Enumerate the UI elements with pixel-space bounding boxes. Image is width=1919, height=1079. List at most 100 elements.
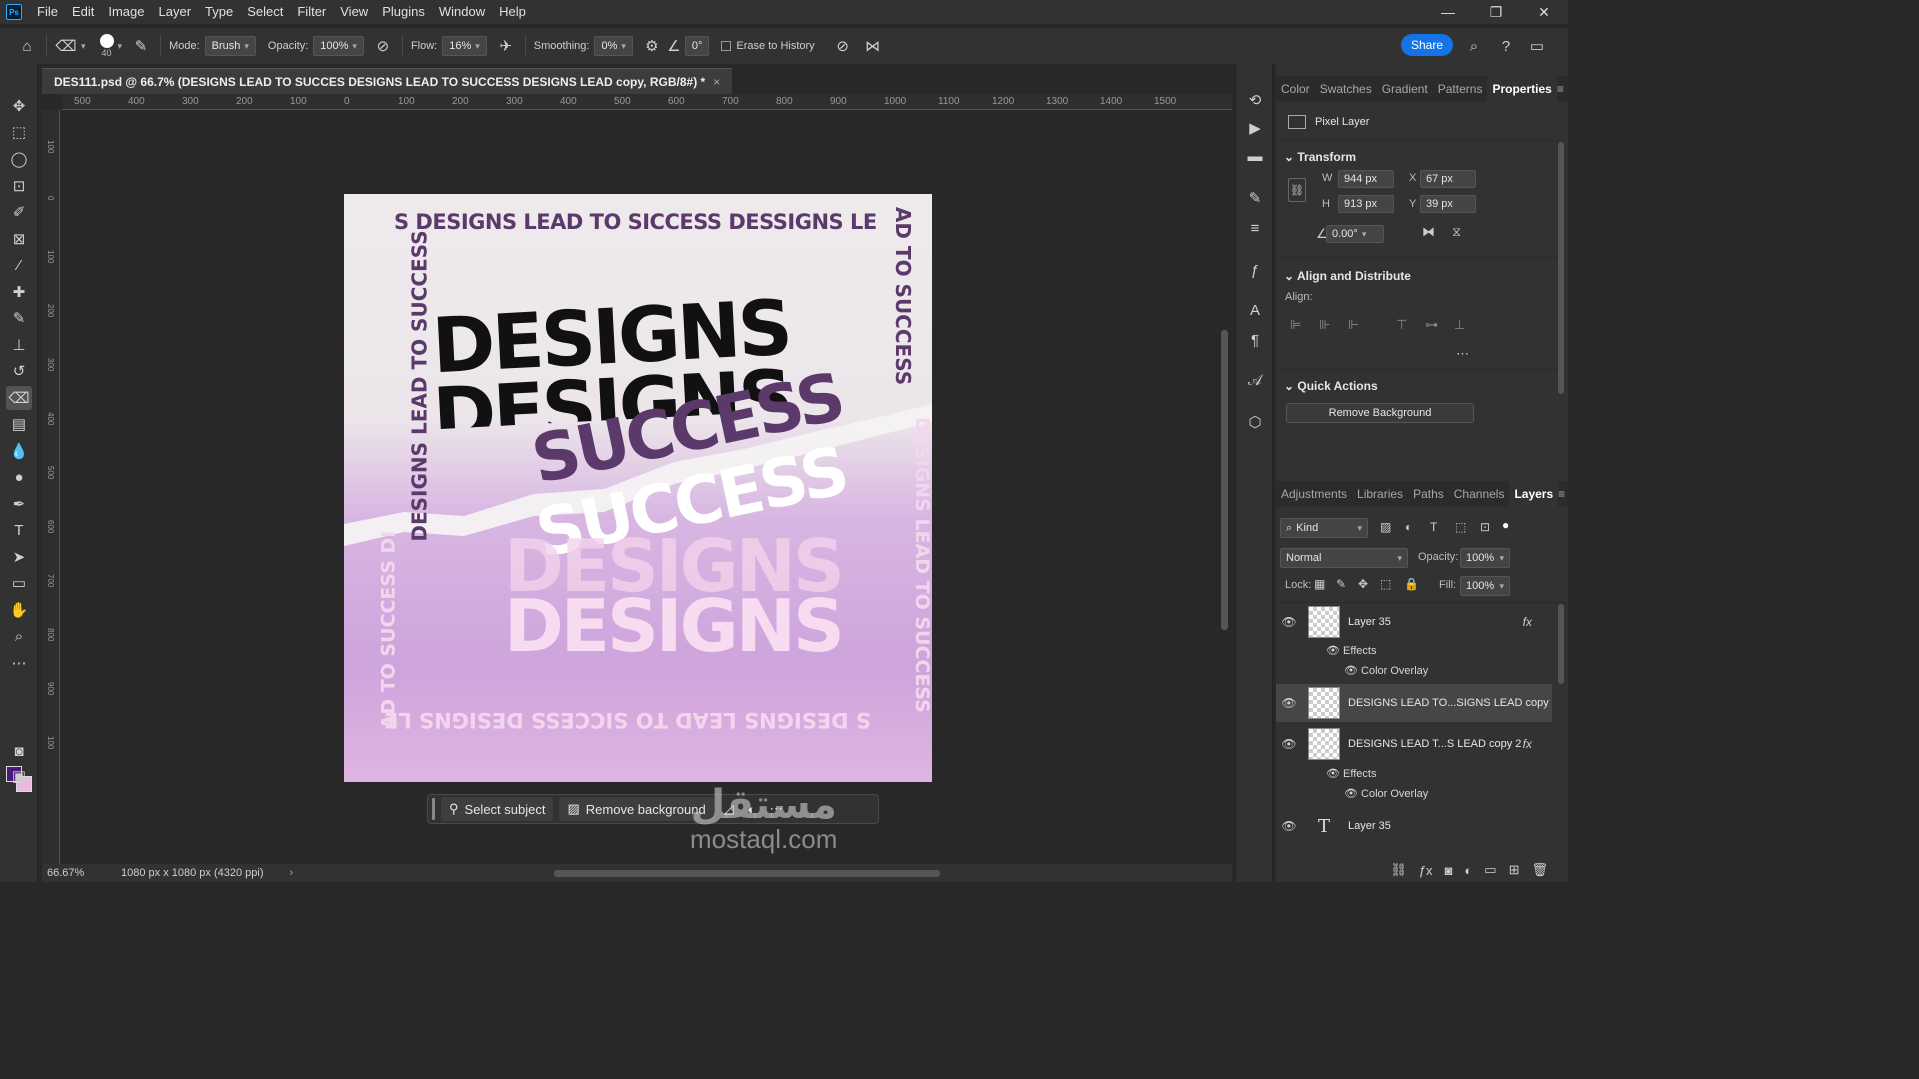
- remove-background-quick-button[interactable]: Remove Background: [1286, 403, 1474, 423]
- visibility-eye-icon[interactable]: 👁: [1276, 819, 1302, 833]
- adjust-panel-icon[interactable]: ≡: [1243, 216, 1267, 240]
- share-button[interactable]: Share: [1401, 34, 1453, 56]
- search-icon[interactable]: ⌕: [1463, 35, 1485, 57]
- layer-row[interactable]: 👁 DESIGNS LEAD T...S LEAD copy 2 fx: [1276, 727, 1552, 761]
- horizontal-scroll-thumb[interactable]: [554, 870, 940, 877]
- layers-scrollbar[interactable]: [1558, 604, 1564, 684]
- new-group-icon[interactable]: ▭: [1484, 862, 1496, 878]
- eyedropper-tool-icon[interactable]: ⁄: [6, 253, 32, 277]
- color-overlay-row[interactable]: 👁 Color Overlay: [1344, 664, 1428, 677]
- brush-panel-icon[interactable]: ✎: [1243, 186, 1267, 210]
- tab-libraries[interactable]: Libraries: [1352, 481, 1408, 507]
- flip-vertical-icon[interactable]: ⧖: [1452, 224, 1461, 240]
- screen-mode-icon[interactable]: ▣: [6, 764, 32, 788]
- filter-pixel-icon[interactable]: ▨: [1380, 520, 1391, 534]
- glyphs-panel-icon[interactable]: 𝒜: [1243, 368, 1267, 392]
- actions-panel-icon[interactable]: ▶: [1243, 116, 1267, 140]
- dodge-tool-icon[interactable]: ●: [6, 465, 32, 489]
- color-overlay-row[interactable]: 👁 Color Overlay: [1344, 787, 1428, 800]
- history-brush-icon[interactable]: ↺: [6, 359, 32, 383]
- menu-plugins[interactable]: Plugins: [375, 0, 432, 24]
- pen-tool-icon[interactable]: ✒: [6, 492, 32, 516]
- brush-size-picker[interactable]: 40: [99, 34, 114, 58]
- eraser-preset-icon[interactable]: ⌫: [55, 35, 77, 57]
- smoothing-settings-gear-icon[interactable]: ⚙: [641, 35, 663, 57]
- symmetry-butterfly-icon[interactable]: ⋈: [862, 35, 884, 57]
- quick-actions-header[interactable]: ⌄ Quick Actions: [1284, 379, 1378, 393]
- filter-toggle-icon[interactable]: ●: [1502, 518, 1509, 532]
- close-window-button[interactable]: ✕: [1520, 0, 1568, 24]
- layer-kind-filter[interactable]: ⌕ Kind ▾: [1280, 518, 1368, 538]
- paragraph-panel-icon[interactable]: ¶: [1243, 328, 1267, 352]
- link-layers-icon[interactable]: ⛓: [1390, 862, 1407, 878]
- align-center-h-icon[interactable]: ⊪: [1319, 317, 1330, 333]
- effects-row[interactable]: 👁 Effects: [1326, 644, 1376, 657]
- menu-type[interactable]: Type: [198, 0, 240, 24]
- filter-adjustment-icon[interactable]: ◐: [1405, 520, 1412, 534]
- document-tab[interactable]: DES111.psd @ 66.7% (DESIGNS LEAD TO SUCC…: [42, 68, 733, 94]
- align-left-icon[interactable]: ⊫: [1290, 317, 1301, 333]
- align-bottom-icon[interactable]: ⊥: [1454, 317, 1465, 333]
- opacity-field[interactable]: 100% ▾: [313, 36, 364, 56]
- lock-all-icon[interactable]: 🔒: [1404, 577, 1419, 591]
- layer-name[interactable]: DESIGNS LEAD T...S LEAD copy 2: [1348, 738, 1521, 750]
- pressure-size-icon[interactable]: ⊘: [832, 35, 854, 57]
- gradient-tool-icon[interactable]: ▤: [6, 412, 32, 436]
- pressure-opacity-icon[interactable]: ⊘: [372, 35, 394, 57]
- drag-handle[interactable]: [432, 798, 435, 820]
- visibility-eye-icon[interactable]: 👁: [1276, 737, 1302, 751]
- tab-swatches[interactable]: Swatches: [1315, 76, 1377, 102]
- menu-filter[interactable]: Filter: [290, 0, 333, 24]
- menu-layer[interactable]: Layer: [152, 0, 199, 24]
- y-field[interactable]: 39 px: [1420, 195, 1476, 213]
- path-select-tool-icon[interactable]: ➤: [6, 545, 32, 569]
- layer-name[interactable]: Layer 35: [1348, 820, 1391, 832]
- tab-channels[interactable]: Channels: [1449, 481, 1510, 507]
- brush-settings-icon[interactable]: ✎: [130, 35, 152, 57]
- rotation-field[interactable]: 0.00° ▾: [1326, 225, 1384, 243]
- x-field[interactable]: 67 px: [1420, 170, 1476, 188]
- tab-layers[interactable]: Layers: [1509, 481, 1559, 507]
- zoom-tool-icon[interactable]: ⌕: [6, 624, 32, 648]
- brush-tool-icon[interactable]: ✎: [6, 306, 32, 330]
- layer-row[interactable]: 👁 Layer 35 fx: [1276, 605, 1552, 639]
- type-tool-icon[interactable]: T: [6, 518, 32, 542]
- 3d-panel-icon[interactable]: ⬡: [1243, 410, 1267, 434]
- tab-adjustments[interactable]: Adjustments: [1276, 481, 1352, 507]
- vertical-scrollbar[interactable]: [1218, 110, 1232, 870]
- layer-fx-icon[interactable]: fx: [1523, 737, 1532, 751]
- erase-history-checkbox[interactable]: [721, 41, 732, 51]
- visibility-eye-icon[interactable]: 👁: [1276, 696, 1302, 710]
- layers-menu-icon[interactable]: ≡: [1558, 487, 1571, 501]
- styles-fx-icon[interactable]: ƒ: [1243, 258, 1267, 282]
- visibility-eye-icon[interactable]: 👁: [1276, 615, 1302, 629]
- rectangle-tool-icon[interactable]: ▭: [6, 571, 32, 595]
- mode-dropdown[interactable]: Brush ▾: [204, 36, 256, 56]
- tab-color[interactable]: Color: [1276, 76, 1315, 102]
- menu-file[interactable]: File: [30, 0, 65, 24]
- comments-panel-icon[interactable]: ▬: [1243, 144, 1267, 168]
- delete-layer-icon[interactable]: 🗑: [1531, 862, 1548, 878]
- link-dimensions-icon[interactable]: ⛓: [1288, 178, 1306, 202]
- filter-type-icon[interactable]: T: [1430, 520, 1437, 534]
- character-panel-icon[interactable]: A: [1243, 298, 1267, 322]
- eraser-tool-icon[interactable]: ⌫: [6, 386, 32, 410]
- more-align-options-icon[interactable]: ⋯: [1456, 346, 1469, 362]
- new-adjustment-icon[interactable]: ◐: [1464, 863, 1472, 878]
- lock-paint-icon[interactable]: ✎: [1336, 577, 1346, 591]
- marquee-tool-icon[interactable]: ⬚: [6, 120, 32, 144]
- smoothing-field[interactable]: 0% ▾: [594, 36, 633, 56]
- more-tools-icon[interactable]: ⋯: [6, 651, 32, 675]
- angle-field[interactable]: 0°: [684, 36, 710, 56]
- align-section-header[interactable]: ⌄ Align and Distribute: [1284, 269, 1411, 283]
- restore-button[interactable]: ❐: [1472, 0, 1520, 24]
- artwork-canvas[interactable]: S DESIGNS LEAD TO SICCESS DESSIGNS LE DE…: [344, 194, 932, 782]
- flow-field[interactable]: 16% ▾: [442, 36, 487, 56]
- transform-section-header[interactable]: ⌄ Transform: [1284, 150, 1356, 164]
- airbrush-icon[interactable]: ✈: [495, 35, 517, 57]
- healing-brush-icon[interactable]: ✚: [6, 280, 32, 304]
- filter-smartobject-icon[interactable]: ⊡: [1480, 520, 1490, 534]
- clone-stamp-icon[interactable]: ⊥: [6, 333, 32, 357]
- menu-image[interactable]: Image: [101, 0, 151, 24]
- layer-row[interactable]: 👁 T Layer 35: [1276, 809, 1552, 843]
